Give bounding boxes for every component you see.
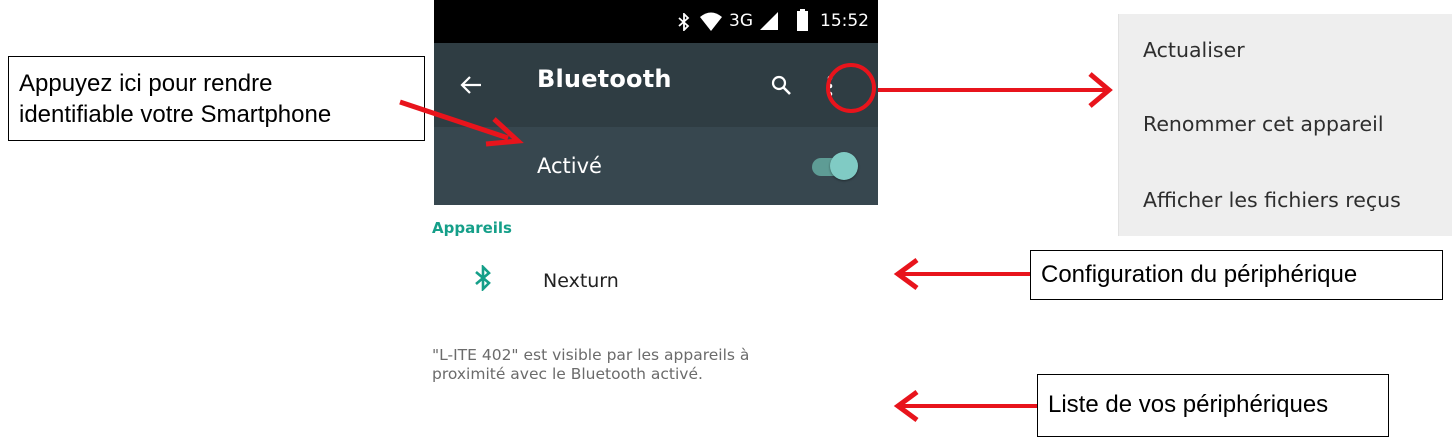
arrow-to-switch xyxy=(399,99,524,147)
arrow-to-list xyxy=(893,389,1037,423)
arrow-to-device xyxy=(893,257,1030,291)
annotation-arrows xyxy=(399,72,1113,423)
arrow-to-menu xyxy=(878,72,1113,108)
